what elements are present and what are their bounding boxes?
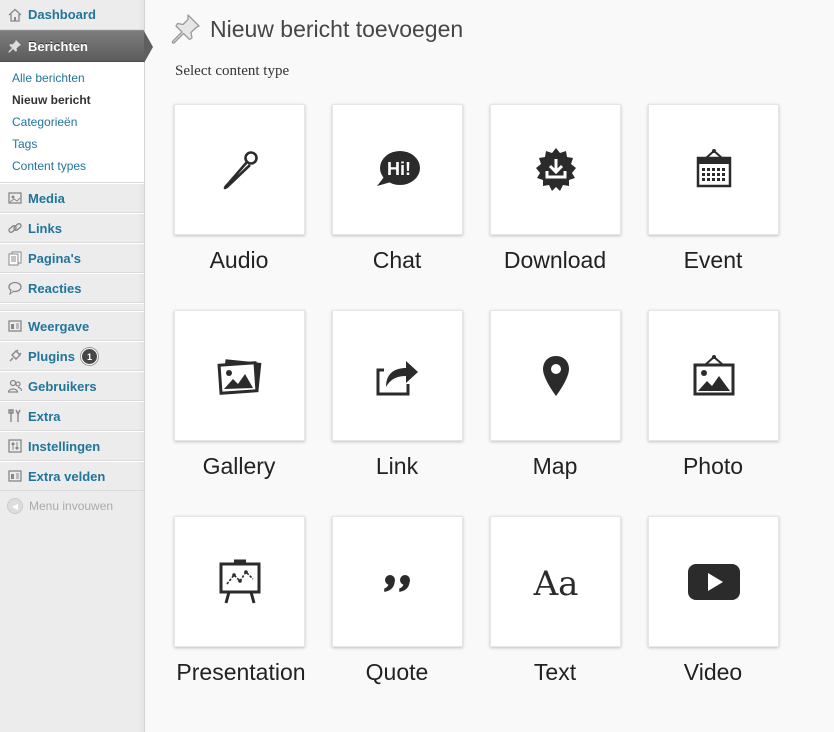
pushpin-icon <box>171 14 200 44</box>
share-arrow-icon <box>376 360 418 395</box>
photo-frame-icon <box>693 354 734 395</box>
content-type-label: Chat <box>372 247 422 273</box>
content-type-label: Text <box>533 659 577 685</box>
svg-text:Hi!: Hi! <box>387 159 411 179</box>
admin-sidebar: Dashboard Berichten Alle berichten Nieuw… <box>0 0 153 732</box>
menu-label: Media <box>28 190 65 206</box>
page-title: Nieuw bericht toevoegen <box>210 15 464 42</box>
content-type-audio[interactable] <box>174 104 305 235</box>
content-type-label: Quote <box>365 659 429 685</box>
menu-label: Plugins <box>28 348 75 364</box>
content-type-label: Map <box>532 453 578 479</box>
menu-item-gebruikers[interactable]: Gebruikers <box>0 371 144 401</box>
menu-item-links[interactable]: Links <box>0 213 144 243</box>
content-type-label: Photo <box>682 453 744 479</box>
submenu-new-post[interactable]: Nieuw bericht <box>0 89 144 111</box>
fields-icon <box>7 468 23 484</box>
menu-label: Instellingen <box>28 438 101 454</box>
text-aa-icon: Aa <box>532 564 578 604</box>
dashboard-icon <box>7 7 23 23</box>
submenu-tags[interactable]: Tags <box>0 133 144 155</box>
plugins-icon <box>7 348 23 364</box>
pin-icon <box>7 38 23 54</box>
content-type-label: Download <box>503 247 607 273</box>
gallery-icon <box>216 358 261 395</box>
play-button-icon <box>687 563 740 600</box>
text-glyph: Aa <box>532 564 578 604</box>
menu-item-berichten[interactable]: Berichten <box>0 30 153 63</box>
pages-icon <box>7 250 23 266</box>
menu-label: Dashboard <box>28 7 96 22</box>
microphone-icon <box>223 150 258 189</box>
collapse-arrow-icon: ◀ <box>7 498 23 514</box>
menu-item-weergave[interactable]: Weergave <box>0 311 144 341</box>
submenu-all-posts[interactable]: Alle berichten <box>0 67 144 89</box>
menu-item-instellingen[interactable]: Instellingen <box>0 431 144 461</box>
content-type-map[interactable] <box>490 310 621 441</box>
links-icon <box>7 220 23 236</box>
content-type-text[interactable]: Aa <box>490 516 621 647</box>
menu-item-reacties[interactable]: Reacties <box>0 273 144 303</box>
calendar-icon <box>696 148 731 187</box>
content-type-quote[interactable] <box>332 516 463 647</box>
collapse-label: Menu invouwen <box>29 499 114 513</box>
menu-item-extra[interactable]: Extra <box>0 401 144 431</box>
users-icon <box>7 378 23 394</box>
content-type-link[interactable] <box>332 310 463 441</box>
menu-item-extra-velden[interactable]: Extra velden <box>0 461 144 491</box>
appearance-icon <box>7 318 23 334</box>
map-pin-icon <box>542 355 569 396</box>
menu-label: Extra <box>28 408 61 424</box>
content-type-presentation[interactable] <box>174 516 305 647</box>
select-content-type-label: Select content type <box>175 63 290 79</box>
download-badge-icon <box>535 147 576 191</box>
update-count-badge: 1 <box>80 347 98 365</box>
quote-icon <box>383 574 410 592</box>
collapse-menu-button[interactable]: ◀ Menu invouwen <box>0 491 144 521</box>
content-type-label: Event <box>683 247 743 273</box>
comments-icon <box>7 280 23 296</box>
menu-label: Gebruikers <box>28 378 97 394</box>
content-type-label: Presentation <box>176 659 306 685</box>
menu-label: Pagina's <box>28 250 81 266</box>
submenu-categories[interactable]: Categorieën <box>0 111 144 133</box>
easel-chart-icon <box>219 559 260 603</box>
submenu-content-types[interactable]: Content types <box>0 155 144 177</box>
menu-label: Extra velden <box>28 468 106 484</box>
settings-icon <box>7 438 23 454</box>
content-type-label: Gallery <box>202 453 276 479</box>
menu-item-plugins[interactable]: Plugins 1 <box>0 341 144 371</box>
menu-label: Reacties <box>28 280 82 296</box>
menu-label: Links <box>28 220 62 236</box>
content-type-event[interactable] <box>648 104 779 235</box>
content-type-label: Audio <box>209 247 269 273</box>
content-type-download[interactable] <box>490 104 621 235</box>
tools-icon <box>7 408 23 424</box>
content-type-photo[interactable] <box>648 310 779 441</box>
menu-label: Weergave <box>28 318 90 334</box>
content-type-video[interactable] <box>648 516 779 647</box>
content-type-label: Video <box>683 659 743 685</box>
menu-item-dashboard[interactable]: Dashboard <box>0 0 144 30</box>
content-type-label: Link <box>375 453 419 479</box>
menu-label: Berichten <box>28 38 88 54</box>
menu-separator <box>0 303 144 311</box>
media-icon <box>7 190 23 206</box>
content-type-gallery[interactable] <box>174 310 305 441</box>
content-type-chat[interactable]: Hi! <box>332 104 463 235</box>
chat-bubble-icon: Hi! <box>376 150 420 186</box>
menu-item-paginas[interactable]: Pagina's <box>0 243 144 273</box>
main-content: Nieuw bericht toevoegen Select content t… <box>146 0 834 732</box>
page-header: Nieuw bericht toevoegen <box>168 12 463 46</box>
berichten-submenu: Alle berichten Nieuw bericht Categorieën… <box>0 62 144 183</box>
menu-item-media[interactable]: Media <box>0 183 144 213</box>
